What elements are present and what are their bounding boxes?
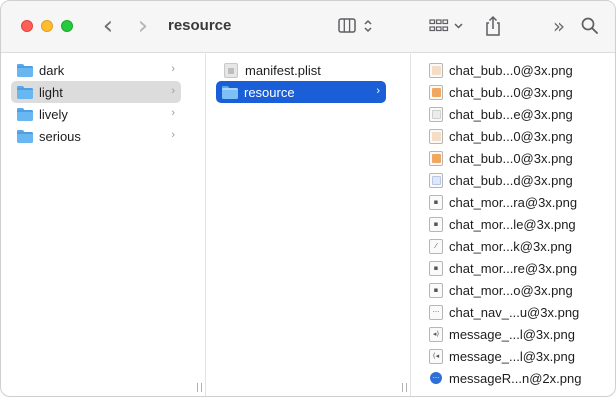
chevron-right-icon: › bbox=[171, 63, 175, 75]
more-thumb-icon: ⁄ bbox=[429, 238, 443, 254]
zoom-window-button[interactable] bbox=[61, 20, 73, 32]
gray-bubble-thumb-icon bbox=[429, 106, 443, 122]
file-label: chat_mor...k@3x.png bbox=[449, 238, 573, 254]
column-view-icon bbox=[338, 18, 372, 33]
folder-icon bbox=[17, 85, 33, 99]
file-label: message_...l@3x.png bbox=[449, 348, 575, 364]
folder-row-resource[interactable]: resource › bbox=[216, 81, 386, 103]
file-row[interactable]: (◂ message_...l@3x.png bbox=[423, 345, 603, 367]
file-label: chat_nav_...u@3x.png bbox=[449, 304, 580, 320]
file-row[interactable]: chat_bub...e@3x.png bbox=[423, 103, 603, 125]
folder-row-lively[interactable]: lively › bbox=[11, 103, 181, 125]
share-icon bbox=[486, 15, 500, 36]
file-row[interactable]: ▪ chat_mor...re@3x.png bbox=[423, 257, 603, 279]
folder-label: serious bbox=[39, 128, 81, 144]
file-row[interactable]: chat_bub...0@3x.png bbox=[423, 125, 603, 147]
browser-column-3[interactable]: chat_bub...0@3x.png chat_bub...0@3x.png … bbox=[411, 54, 615, 396]
file-row[interactable]: ⁄ chat_mor...k@3x.png bbox=[423, 235, 603, 257]
orange-bubble-thumb-icon bbox=[429, 62, 443, 78]
folder-row-serious[interactable]: serious › bbox=[11, 125, 181, 147]
file-row[interactable]: ··· chat_nav_...u@3x.png bbox=[423, 301, 603, 323]
more-thumb-icon: ▪ bbox=[429, 260, 443, 276]
file-row[interactable]: ▪ chat_mor...ra@3x.png bbox=[423, 191, 603, 213]
nav-thumb-icon: ··· bbox=[429, 304, 443, 320]
file-row[interactable]: chat_bub...0@3x.png bbox=[423, 147, 603, 169]
folder-icon bbox=[222, 85, 238, 99]
window-title: resource bbox=[168, 17, 232, 34]
orange-bubble-thumb-icon bbox=[429, 128, 443, 144]
file-row[interactable]: ▪ chat_mor...le@3x.png bbox=[423, 213, 603, 235]
plist-file-icon bbox=[224, 62, 238, 78]
finder-window: ‹ › resource » dark › light › lively › s… bbox=[0, 0, 616, 397]
search-button[interactable] bbox=[580, 16, 600, 36]
browser-column-1[interactable]: dark › light › lively › serious › bbox=[1, 54, 191, 396]
chevron-right-icon: › bbox=[171, 107, 175, 119]
file-label: chat_mor...le@3x.png bbox=[449, 216, 576, 232]
share-button[interactable] bbox=[483, 14, 503, 38]
file-row[interactable]: ··· messageR...n@2x.png bbox=[423, 367, 603, 389]
more-thumb-icon: ▪ bbox=[429, 282, 443, 298]
double-chevron-right-icon: » bbox=[552, 14, 566, 38]
toolbar: ‹ › resource » bbox=[1, 1, 615, 53]
file-label: chat_bub...0@3x.png bbox=[449, 62, 573, 78]
folder-label: resource bbox=[244, 84, 295, 100]
folder-row-light[interactable]: light › bbox=[11, 81, 181, 103]
file-row[interactable]: chat_bub...d@3x.png bbox=[423, 169, 603, 191]
file-label: chat_bub...d@3x.png bbox=[449, 172, 573, 188]
folder-label: dark bbox=[39, 62, 65, 78]
group-by-button[interactable] bbox=[429, 16, 467, 36]
column-resize-handle[interactable]: || bbox=[401, 383, 409, 393]
chevron-right-icon: › bbox=[376, 85, 380, 97]
folder-icon bbox=[17, 107, 33, 121]
search-icon bbox=[581, 17, 598, 34]
back-button[interactable]: ‹ bbox=[99, 11, 117, 41]
forward-button[interactable]: › bbox=[134, 11, 152, 41]
file-row[interactable]: chat_bub...0@3x.png bbox=[423, 59, 603, 81]
more-toolbar-items-button[interactable]: » bbox=[549, 14, 569, 38]
file-label: chat_bub...0@3x.png bbox=[449, 84, 573, 100]
browser-column-2[interactable]: manifest.plist resource › bbox=[206, 54, 396, 396]
voice-thumb-icon: ◂) bbox=[429, 326, 443, 342]
orange-bubble-thumb-icon bbox=[429, 84, 443, 100]
file-label: messageR...n@2x.png bbox=[449, 370, 582, 386]
chevron-right-icon: › bbox=[137, 11, 149, 41]
folder-row-dark[interactable]: dark › bbox=[11, 59, 181, 81]
file-label: chat_bub...0@3x.png bbox=[449, 128, 573, 144]
file-label: chat_bub...0@3x.png bbox=[449, 150, 573, 166]
folder-icon bbox=[17, 63, 33, 77]
file-label: chat_bub...e@3x.png bbox=[449, 106, 573, 122]
file-label: message_...l@3x.png bbox=[449, 326, 575, 342]
view-mode-button[interactable] bbox=[337, 16, 377, 36]
chevron-right-icon: › bbox=[171, 129, 175, 141]
column-resize-handle[interactable]: || bbox=[196, 383, 204, 393]
dots-icon: ··· bbox=[430, 372, 442, 384]
orange-bubble-thumb-icon bbox=[429, 150, 443, 166]
grid-icon bbox=[429, 19, 463, 32]
file-row[interactable]: chat_bub...0@3x.png bbox=[423, 81, 603, 103]
more-thumb-icon: ▪ bbox=[429, 216, 443, 232]
folder-label: lively bbox=[39, 106, 68, 122]
folder-label: light bbox=[39, 84, 63, 100]
file-label: chat_mor...re@3x.png bbox=[449, 260, 578, 276]
voice-thumb-icon: (◂ bbox=[429, 348, 443, 364]
close-window-button[interactable] bbox=[21, 20, 33, 32]
chevron-right-icon: › bbox=[171, 85, 175, 97]
blue-bubble-thumb-icon bbox=[429, 172, 443, 188]
file-row-manifest[interactable]: manifest.plist bbox=[216, 59, 386, 81]
chevron-left-icon: ‹ bbox=[102, 11, 114, 41]
file-label: manifest.plist bbox=[245, 62, 321, 78]
blue-round-thumb-icon: ··· bbox=[429, 371, 443, 386]
file-row[interactable]: ◂) message_...l@3x.png bbox=[423, 323, 603, 345]
minimize-window-button[interactable] bbox=[41, 20, 53, 32]
file-label: chat_mor...o@3x.png bbox=[449, 282, 573, 298]
file-label: chat_mor...ra@3x.png bbox=[449, 194, 578, 210]
more-thumb-icon: ▪ bbox=[429, 194, 443, 210]
file-row[interactable]: ▪ chat_mor...o@3x.png bbox=[423, 279, 603, 301]
folder-icon bbox=[17, 129, 33, 143]
